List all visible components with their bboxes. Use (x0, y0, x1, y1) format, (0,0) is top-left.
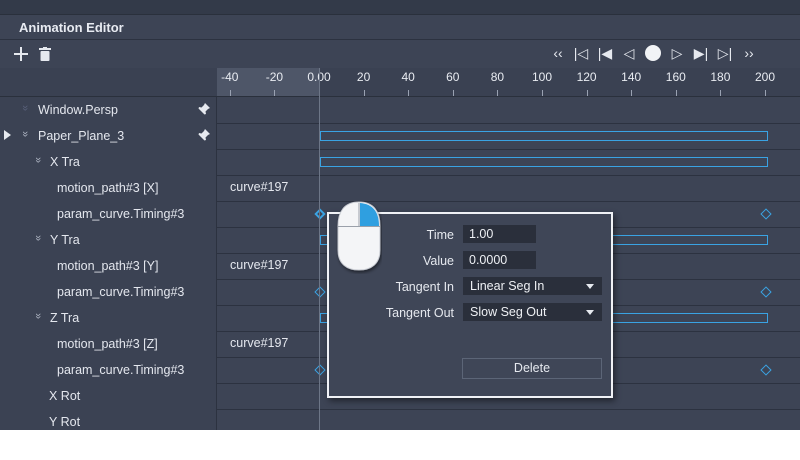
track-row[interactable]: » Window.Persp (0, 97, 800, 124)
collapse-chevron-icon[interactable]: » (32, 313, 44, 319)
ruler-tick-mark (720, 90, 722, 96)
ruler-tick-mark (765, 90, 766, 96)
skip-start-icon[interactable]: |◀ (596, 45, 614, 61)
play-icon[interactable]: ▷ (668, 45, 686, 61)
ruler-tick-mark (675, 90, 677, 96)
track-row[interactable]: Y Rot (0, 409, 800, 430)
ruler-tick-mark (363, 90, 365, 96)
collapse-chevron-icon[interactable]: » (32, 235, 44, 241)
track-label: param_curve.Timing#3 (57, 363, 185, 377)
track-label: motion_path#3 [X] (57, 181, 159, 195)
collapse-chevron-icon[interactable]: » (19, 131, 31, 137)
fast-forward-icon[interactable]: ›› (740, 45, 758, 61)
ruler-tick-mark (274, 90, 276, 96)
delete-keyframe-button[interactable]: Delete (462, 358, 602, 379)
skip-end-icon[interactable]: ▶| (692, 45, 710, 61)
trash-icon[interactable] (39, 47, 51, 61)
ruler-tick-label: 140 (621, 70, 642, 84)
mouse-right-click-icon (336, 200, 382, 279)
chevron-down-icon (586, 284, 594, 289)
track-row[interactable]: motion_path#3 [X] curve#197 (0, 175, 800, 202)
ruler-tick-label: 60 (446, 70, 460, 84)
ruler-tick-label: 80 (490, 70, 505, 84)
ruler-tick-label: 120 (576, 70, 597, 84)
tangent-in-value: Linear Seg In (470, 279, 545, 293)
chevron-down-icon (586, 310, 594, 315)
track-label: Z Tra (50, 311, 80, 325)
tangent-out-dropdown[interactable]: Slow Seg Out (463, 303, 602, 321)
tangent-in-dropdown[interactable]: Linear Seg In (463, 277, 602, 295)
expand-arrow-icon[interactable] (4, 130, 11, 140)
track-label: X Rot (49, 389, 81, 403)
title-divider (0, 39, 800, 40)
curve-name[interactable]: curve#197 (230, 180, 288, 194)
ruler-tick-label: 100 (531, 70, 553, 84)
curve-name[interactable]: curve#197 (230, 336, 288, 350)
collapse-chevron-icon[interactable]: » (19, 105, 31, 111)
playhead-line[interactable] (319, 68, 320, 430)
track-tree-cell (0, 409, 217, 430)
ruler-tick-mark (586, 90, 588, 96)
track-label: Window.Persp (38, 103, 118, 117)
first-keyframe-icon[interactable]: |◁ (572, 45, 590, 61)
step-back-icon[interactable]: ◁ (620, 45, 638, 61)
track-label: param_curve.Timing#3 (57, 207, 185, 221)
ruler-tick-label: -20 (265, 70, 284, 84)
tangent-out-value: Slow Seg Out (470, 305, 547, 319)
track-label: X Tra (50, 155, 80, 169)
last-keyframe-icon[interactable]: ▷| (716, 45, 734, 61)
timeline-ruler[interactable]: -40-200.0020406080100120140160180200 (0, 68, 800, 97)
ruler-tick-label: 200 (754, 70, 776, 84)
ruler-tick-label: 40 (401, 70, 415, 84)
value-field[interactable]: 0.0000 (463, 251, 536, 269)
track-label: Y Tra (50, 233, 80, 247)
rewind-icon[interactable]: ‹‹ (549, 45, 567, 61)
tangent-out-label: Tangent Out (385, 306, 454, 320)
ruler-tick-label: 180 (710, 70, 731, 84)
time-field[interactable]: 1.00 (463, 225, 536, 243)
track-tree-cell (0, 383, 217, 409)
pin-icon[interactable] (197, 102, 211, 121)
key-range-bar[interactable] (320, 131, 768, 141)
pin-icon[interactable] (197, 128, 211, 147)
key-range-bar[interactable] (320, 157, 768, 167)
track-label: motion_path#3 [Y] (57, 259, 159, 273)
track-label: Y Rot (49, 415, 81, 429)
ruler-tick-mark (497, 90, 499, 96)
track-label: Paper_Plane_3 (38, 129, 125, 143)
plus-icon[interactable] (14, 47, 28, 61)
animation-editor-window: Animation Editor ‹‹ |◁ |◀ ◁ ▷ ▶| ▷| ›› -40 -20 0.… (0, 0, 800, 430)
curve-name[interactable]: curve#197 (230, 258, 288, 272)
top-strip (0, 0, 800, 15)
record-icon[interactable] (644, 44, 662, 62)
track-label: motion_path#3 [Z] (57, 337, 158, 351)
tangent-in-label: Tangent In (395, 280, 454, 294)
ruler-tick-mark (452, 90, 454, 96)
window-title: Animation Editor (19, 20, 124, 35)
ruler-tick-mark (408, 90, 410, 96)
track-label: param_curve.Timing#3 (57, 285, 185, 299)
collapse-chevron-icon[interactable]: » (32, 157, 44, 163)
ruler-tick-mark (229, 90, 231, 96)
ruler-tick-label: 160 (665, 70, 686, 84)
ruler-tick-label: 20 (356, 70, 371, 84)
ruler-tick-mark (542, 90, 543, 96)
ruler-tick-label: -40 (221, 70, 239, 84)
ruler-tick-mark (631, 90, 633, 96)
